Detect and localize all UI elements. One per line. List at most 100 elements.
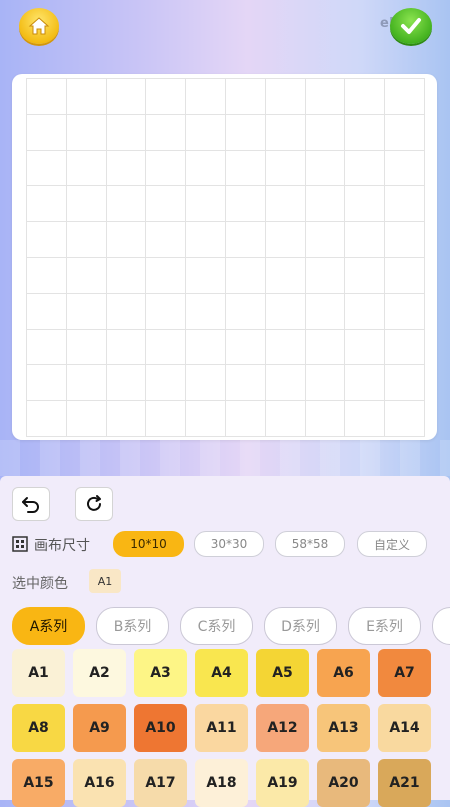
grid-cell[interactable] (106, 365, 147, 402)
tab-series-b[interactable]: B系列 (96, 607, 169, 645)
grid-cell[interactable] (106, 114, 147, 151)
grid-cell[interactable] (345, 329, 386, 366)
grid-cell[interactable] (225, 186, 266, 223)
grid-cell[interactable] (345, 186, 386, 223)
grid-cell[interactable] (385, 114, 425, 151)
grid-cell[interactable] (345, 293, 386, 330)
grid-cell[interactable] (385, 150, 425, 187)
grid-cell[interactable] (27, 186, 67, 223)
grid-cell[interactable] (265, 150, 306, 187)
grid-cell[interactable] (225, 365, 266, 402)
grid-cell[interactable] (146, 114, 187, 151)
grid-cell[interactable] (225, 150, 266, 187)
grid-cell[interactable] (66, 365, 107, 402)
grid-cell[interactable] (385, 329, 425, 366)
color-swatch-a4[interactable]: A4 (195, 649, 248, 697)
grid-cell[interactable] (345, 150, 386, 187)
grid-cell[interactable] (225, 401, 266, 437)
grid-cell[interactable] (265, 293, 306, 330)
grid-cell[interactable] (186, 114, 226, 151)
grid-cell[interactable] (265, 257, 306, 294)
grid-cell[interactable] (265, 79, 306, 115)
grid-cell[interactable] (66, 401, 107, 437)
grid-cell[interactable] (345, 222, 386, 258)
grid-cell[interactable] (27, 401, 67, 437)
color-swatch-a14[interactable]: A14 (378, 704, 431, 752)
grid-cell[interactable] (146, 222, 187, 258)
grid-cell[interactable] (305, 222, 346, 258)
grid-cell[interactable] (146, 150, 187, 187)
grid-cell[interactable] (27, 365, 67, 402)
tab-series-more[interactable] (432, 607, 450, 645)
grid-cell[interactable] (27, 79, 67, 115)
tab-series-a[interactable]: A系列 (12, 607, 85, 645)
grid-cell[interactable] (225, 114, 266, 151)
color-swatch-a10[interactable]: A10 (134, 704, 187, 752)
grid-cell[interactable] (27, 329, 67, 366)
grid-cell[interactable] (265, 186, 306, 223)
color-swatch-a2[interactable]: A2 (73, 649, 126, 697)
color-swatch-a5[interactable]: A5 (256, 649, 309, 697)
grid-cell[interactable] (186, 79, 226, 115)
grid-cell[interactable] (225, 257, 266, 294)
grid-cell[interactable] (385, 401, 425, 437)
grid-cell[interactable] (146, 186, 187, 223)
grid-cell[interactable] (146, 79, 187, 115)
grid-cell[interactable] (106, 186, 147, 223)
grid-cell[interactable] (186, 257, 226, 294)
color-swatch-a11[interactable]: A11 (195, 704, 248, 752)
color-swatch-a13[interactable]: A13 (317, 704, 370, 752)
grid-cell[interactable] (305, 329, 346, 366)
color-swatch-a7[interactable]: A7 (378, 649, 431, 697)
grid-cell[interactable] (265, 114, 306, 151)
grid-cell[interactable] (186, 401, 226, 437)
grid-cell[interactable] (305, 257, 346, 294)
grid-cell[interactable] (345, 114, 386, 151)
tab-series-e[interactable]: E系列 (348, 607, 421, 645)
grid-cell[interactable] (305, 79, 346, 115)
grid-cell[interactable] (106, 150, 147, 187)
grid-cell[interactable] (66, 150, 107, 187)
grid-cell[interactable] (305, 114, 346, 151)
grid-cell[interactable] (225, 293, 266, 330)
grid-cell[interactable] (27, 150, 67, 187)
grid-cell[interactable] (66, 329, 107, 366)
tab-series-d[interactable]: D系列 (264, 607, 337, 645)
color-swatch-a12[interactable]: A12 (256, 704, 309, 752)
grid-cell[interactable] (66, 79, 107, 115)
grid-cell[interactable] (27, 114, 67, 151)
grid-cell[interactable] (106, 222, 147, 258)
grid-cell[interactable] (385, 257, 425, 294)
grid-cell[interactable] (345, 365, 386, 402)
grid-cell[interactable] (385, 365, 425, 402)
grid-cell[interactable] (186, 150, 226, 187)
grid-cell[interactable] (305, 150, 346, 187)
drawing-grid[interactable] (26, 78, 425, 437)
confirm-button[interactable] (390, 8, 432, 44)
grid-cell[interactable] (186, 186, 226, 223)
size-option-30x30[interactable]: 30*30 (194, 531, 264, 557)
grid-cell[interactable] (146, 365, 187, 402)
grid-cell[interactable] (106, 329, 147, 366)
grid-cell[interactable] (186, 365, 226, 402)
color-swatch-a9[interactable]: A9 (73, 704, 126, 752)
grid-cell[interactable] (146, 329, 187, 366)
color-swatch-a8[interactable]: A8 (12, 704, 65, 752)
grid-cell[interactable] (265, 329, 306, 366)
size-option-58x58[interactable]: 58*58 (275, 531, 345, 557)
grid-cell[interactable] (27, 222, 67, 258)
grid-cell[interactable] (385, 222, 425, 258)
grid-cell[interactable] (345, 257, 386, 294)
grid-cell[interactable] (66, 114, 107, 151)
grid-cell[interactable] (146, 401, 187, 437)
grid-cell[interactable] (225, 222, 266, 258)
grid-cell[interactable] (66, 186, 107, 223)
grid-cell[interactable] (27, 257, 67, 294)
redo-button[interactable] (75, 487, 113, 521)
grid-cell[interactable] (385, 79, 425, 115)
grid-cell[interactable] (66, 257, 107, 294)
grid-cell[interactable] (106, 293, 147, 330)
grid-cell[interactable] (345, 79, 386, 115)
grid-cell[interactable] (225, 79, 266, 115)
grid-cell[interactable] (66, 222, 107, 258)
